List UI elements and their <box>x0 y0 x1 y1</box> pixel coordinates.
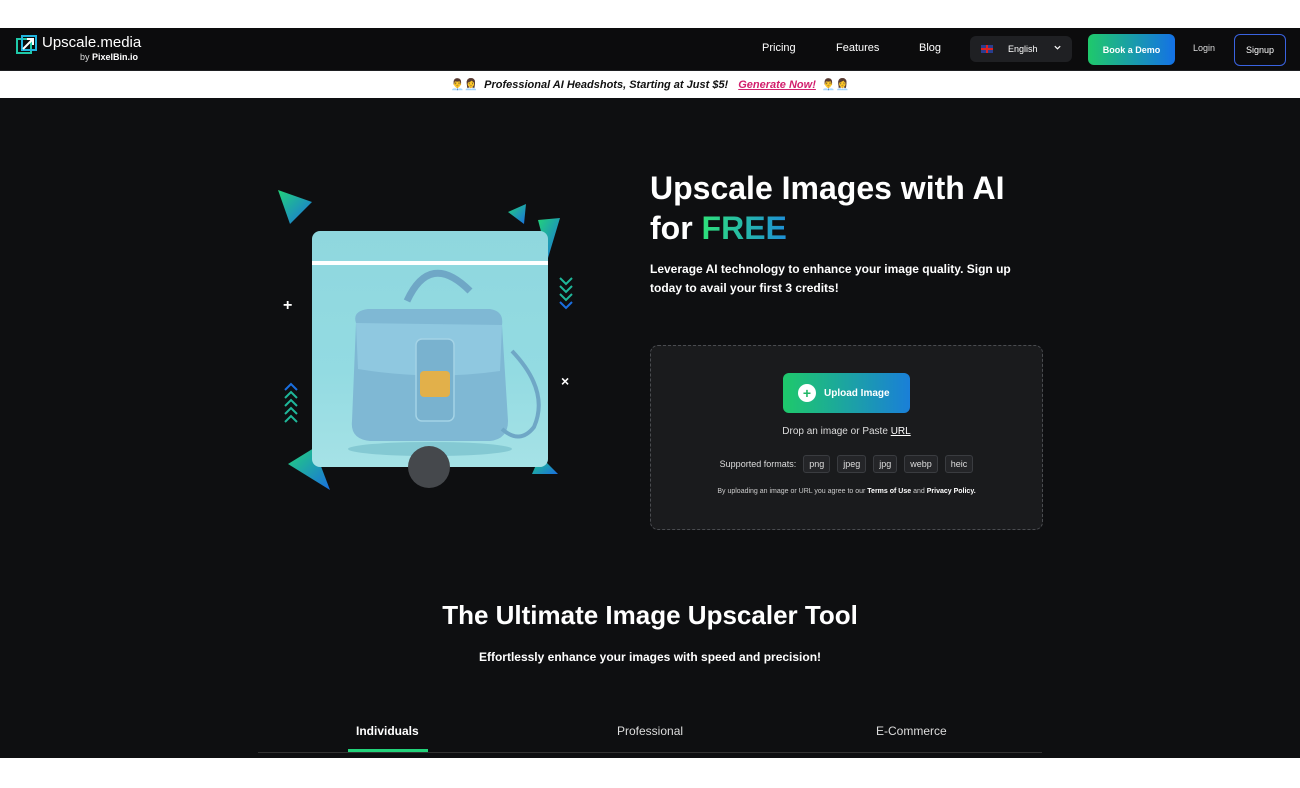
terms-and: and <box>913 488 925 495</box>
format-badge: png <box>803 455 831 473</box>
hero-illustration: + × <box>250 168 600 528</box>
format-badge: jpg <box>873 455 898 473</box>
promo-banner: 👨‍💼👩‍💼 Professional AI Headshots, Starti… <box>0 71 1300 98</box>
sample-bag-image <box>312 231 548 467</box>
terms-notice: By uploading an image or URL you agree t… <box>651 488 1042 495</box>
book-demo-button[interactable]: Book a Demo <box>1088 34 1175 65</box>
tab-individuals[interactable]: Individuals <box>356 724 419 738</box>
terms-prefix: By uploading an image or URL you agree t… <box>717 488 866 495</box>
hero-title-free: FREE <box>701 210 787 246</box>
tab-e-commerce[interactable]: E-Commerce <box>876 724 947 738</box>
hero-title-line1: Upscale Images with AI <box>650 170 1005 206</box>
plus-icon: + <box>283 297 292 314</box>
handbag-illustration <box>348 269 541 456</box>
formats-label: Supported formats: <box>719 459 797 469</box>
logo-by-text: by <box>80 52 90 62</box>
logo-by-brand: PixelBin.io <box>92 52 139 62</box>
language-label: English <box>1008 44 1038 54</box>
close-icon: × <box>561 373 569 389</box>
generate-now-link[interactable]: Generate Now! <box>738 79 816 91</box>
format-badge: heic <box>944 455 974 473</box>
terms-of-use-link[interactable]: Terms of Use <box>867 488 911 495</box>
logo-name: Upscale.media <box>42 34 142 51</box>
headshot-emoji-left: 👨‍💼👩‍💼 <box>450 79 479 91</box>
section-subtitle: Effortlessly enhance your images with sp… <box>478 650 822 664</box>
headshot-emoji-right: 👨‍💼👩‍💼 <box>821 79 850 91</box>
language-select[interactable]: English <box>970 36 1072 62</box>
drop-text: Drop an image or Paste <box>782 426 888 437</box>
paste-url-link[interactable]: URL <box>891 426 911 437</box>
upload-dropzone[interactable]: + Upload Image Drop an image or Paste UR… <box>650 345 1043 530</box>
chevrons-up-icon <box>284 382 298 423</box>
audience-tabs: Individuals Professional E-Commerce <box>258 716 1042 753</box>
login-link[interactable]: Login <box>1193 43 1215 53</box>
top-navbar: Upscale.media by PixelBin.io Pricing Fea… <box>0 28 1300 71</box>
nav-features[interactable]: Features <box>836 42 879 54</box>
signup-button[interactable]: Signup <box>1234 34 1286 66</box>
logo[interactable]: Upscale.media by PixelBin.io <box>16 34 142 62</box>
format-badge: webp <box>904 455 938 473</box>
promo-text: Professional AI Headshots, Starting at J… <box>484 78 729 91</box>
privacy-policy-link[interactable]: Privacy Policy. <box>927 488 976 495</box>
triangle-top-right-small <box>508 204 526 224</box>
page: Upscale.media by PixelBin.io Pricing Fea… <box>0 28 1300 758</box>
tab-professional[interactable]: Professional <box>617 724 683 738</box>
chevrons-down-icon <box>559 277 573 310</box>
logo-icon <box>16 35 37 54</box>
plus-circle-icon: + <box>798 384 816 402</box>
active-tab-indicator <box>348 749 428 752</box>
supported-formats: Supported formats: png jpeg jpg webp hei… <box>651 455 1042 473</box>
comparison-slider-handle[interactable] <box>408 446 450 488</box>
triangle-top-left <box>278 190 312 224</box>
nav-pricing[interactable]: Pricing <box>762 42 796 54</box>
logo-by: by PixelBin.io <box>80 52 138 62</box>
upload-button-label: Upload Image <box>824 387 890 399</box>
hero-subtitle: Leverage AI technology to enhance your i… <box>650 262 1011 295</box>
format-badge: jpeg <box>837 455 867 473</box>
nav-blog[interactable]: Blog <box>919 42 941 54</box>
section-title: The Ultimate Image Upscaler Tool <box>442 600 858 630</box>
drop-hint: Drop an image or Paste URL <box>651 426 1042 437</box>
uk-flag-icon <box>981 45 993 53</box>
hero-title: Upscale Images with AI for FREE <box>650 168 1050 248</box>
chevron-down-icon <box>1054 45 1061 50</box>
hero-title-for: for <box>650 210 693 246</box>
upload-image-button[interactable]: + Upload Image <box>783 373 910 413</box>
